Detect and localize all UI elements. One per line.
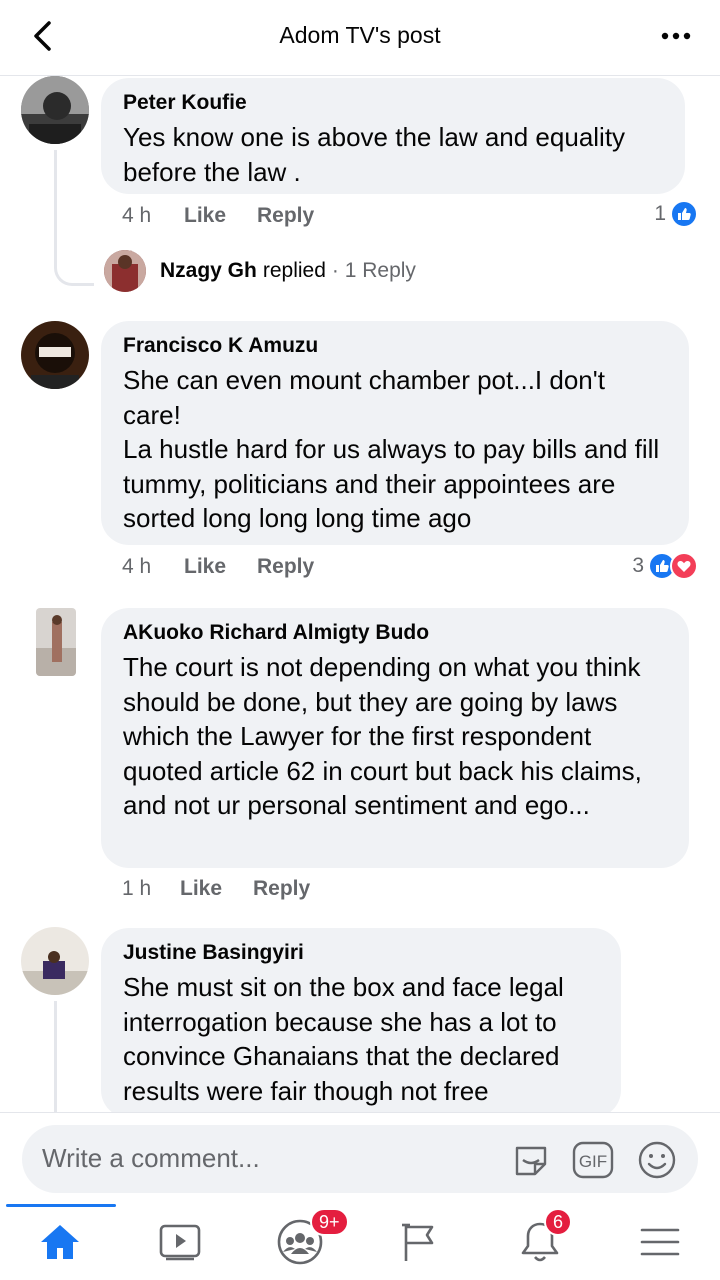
groups-badge: 9+ [310, 1208, 349, 1236]
top-bar: Adom TV's post [0, 0, 720, 76]
comment-author[interactable]: Peter Koufie [123, 90, 663, 116]
comment-meta: 4 h Like Reply [122, 204, 314, 228]
profile-photo-icon [104, 250, 146, 292]
emoji-button[interactable] [636, 1139, 678, 1181]
more-options-button[interactable] [656, 18, 696, 54]
comment-bubble[interactable]: AKuoko Richard Almigty Budo The court is… [101, 608, 689, 868]
like-button[interactable]: Like [184, 555, 257, 579]
nav-notifications[interactable]: 6 [480, 1204, 600, 1280]
thread-line [54, 150, 57, 250]
reaction-count: 3 [632, 554, 644, 577]
menu-icon [640, 1228, 680, 1256]
avatar[interactable] [21, 321, 89, 389]
reaction-summary[interactable]: 1 [654, 200, 698, 228]
profile-photo-icon [36, 608, 76, 676]
reply-button[interactable]: Reply [257, 555, 314, 579]
home-icon [41, 1225, 79, 1259]
avatar[interactable] [36, 608, 76, 676]
comment-bubble[interactable]: Peter Koufie Yes know one is above the l… [101, 78, 685, 194]
gif-label: GIF [579, 1152, 607, 1171]
comments-list: Peter Koufie Yes know one is above the l… [0, 76, 720, 1112]
reply-button[interactable]: Reply [253, 877, 310, 901]
comment-bubble[interactable]: Francisco K Amuzu She can even mount cha… [101, 321, 689, 545]
reply-count[interactable]: · 1 Reply [332, 259, 416, 283]
page-title: Adom TV's post [279, 22, 441, 48]
nav-home[interactable] [0, 1204, 120, 1280]
comment-composer[interactable]: Write a comment... GIF [22, 1125, 698, 1193]
bottom-navigation: 9+ 6 [0, 1204, 720, 1280]
like-button[interactable]: Like [184, 204, 257, 228]
gif-button[interactable]: GIF [572, 1139, 614, 1181]
comment-input[interactable]: Write a comment... [42, 1143, 260, 1174]
nav-menu[interactable] [600, 1204, 720, 1280]
reply-button[interactable]: Reply [257, 204, 314, 228]
comment-text: She must sit on the box and face legal i… [123, 972, 564, 1106]
notifications-badge: 6 [544, 1208, 573, 1236]
comment-time[interactable]: 4 h [122, 555, 184, 579]
comment-meta: 4 h Like Reply [122, 555, 314, 579]
comment-author[interactable]: AKuoko Richard Almigty Budo [123, 620, 667, 646]
gif-icon: GIF [572, 1141, 614, 1179]
sticker-button[interactable] [510, 1139, 552, 1181]
avatar[interactable] [21, 76, 89, 144]
like-button[interactable]: Like [180, 877, 253, 901]
flag-icon [402, 1223, 434, 1261]
comment-time[interactable]: 1 h [122, 877, 180, 901]
comment-author[interactable]: Francisco K Amuzu [123, 333, 667, 359]
comment-time[interactable]: 4 h [122, 204, 184, 228]
nav-pages[interactable] [360, 1204, 480, 1280]
profile-photo-icon [21, 321, 89, 389]
reply-author[interactable]: Nzagy Gh [160, 259, 257, 283]
comment-text: La hustle hard for us always to pay bill… [123, 434, 660, 533]
thread-connector [54, 246, 94, 286]
replies-summary[interactable]: Nzagy Gh replied · 1 Reply [104, 250, 416, 292]
reply-verb: replied [262, 259, 326, 282]
love-reaction-icon [670, 552, 698, 580]
comment-bubble[interactable]: Justine Basingyiri She must sit on the b… [101, 928, 621, 1112]
comment-author[interactable]: Justine Basingyiri [123, 940, 599, 966]
nav-watch[interactable] [120, 1204, 240, 1280]
comment-composer-bar: Write a comment... GIF [0, 1112, 720, 1204]
nav-groups[interactable]: 9+ [240, 1204, 360, 1280]
avatar[interactable] [21, 927, 89, 995]
comment-text: Yes know one is above the law and equali… [123, 122, 626, 187]
video-icon [159, 1224, 201, 1261]
avatar[interactable] [104, 250, 146, 292]
reaction-summary[interactable]: 3 [632, 552, 698, 580]
emoji-icon [638, 1141, 676, 1179]
sticker-icon [515, 1146, 547, 1176]
more-dots-icon [661, 32, 691, 40]
like-reaction-icon [670, 200, 698, 228]
profile-photo-icon [21, 76, 89, 144]
thread-line [54, 1001, 57, 1112]
reaction-count: 1 [654, 202, 666, 225]
comment-text: The court is not depending on what you t… [123, 652, 642, 820]
comment-meta: 1 h Like Reply [122, 877, 310, 901]
comment-text: She can even mount chamber pot...I don't… [123, 365, 605, 430]
profile-photo-icon [21, 927, 89, 995]
